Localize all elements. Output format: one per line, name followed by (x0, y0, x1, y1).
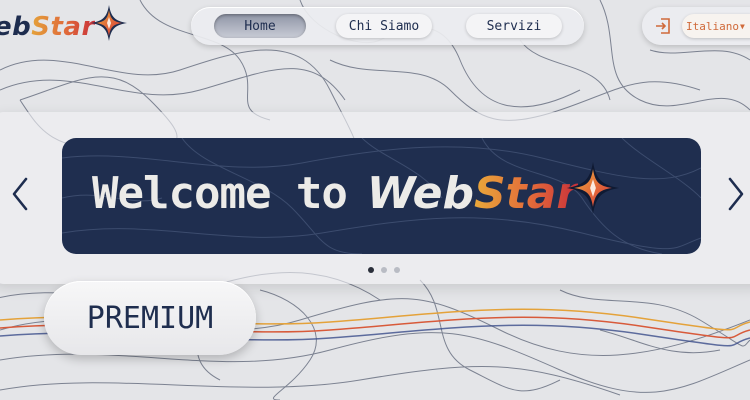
slide-brand-prefix: Web (366, 168, 474, 219)
carousel-dot-2[interactable] (381, 267, 387, 273)
star-logo-icon (90, 5, 127, 41)
slide-brand-suffix: Star (473, 168, 579, 219)
carousel-indicators (368, 267, 400, 273)
carousel-dot-1[interactable] (368, 267, 374, 273)
slide-heading: Welcome to WebStar (92, 161, 622, 219)
premium-button[interactable]: PREMIUM (44, 281, 256, 355)
login-icon[interactable] (654, 17, 672, 35)
carousel-prev-button[interactable] (8, 175, 32, 213)
brand-logo-text: ebStar (0, 12, 95, 42)
nav-servizi-button[interactable]: Servizi (466, 14, 562, 38)
nav-home-button[interactable]: Home (214, 14, 306, 38)
chevron-down-icon: ▼ (739, 21, 745, 31)
logo-suffix: Star (31, 12, 95, 42)
main-navigation: Home Chi Siamo Servizi (191, 7, 584, 45)
carousel-slide[interactable]: Welcome to WebStar (62, 138, 701, 254)
nav-chi-siamo-button[interactable]: Chi Siamo (336, 14, 432, 38)
chevron-left-icon (12, 177, 28, 211)
header-controls: Italiano ▼ (642, 7, 750, 45)
slide-heading-text: Welcome to (92, 168, 348, 219)
brand-logo[interactable]: ebStar (0, 4, 129, 50)
language-label: Italiano (686, 19, 739, 33)
carousel-next-button[interactable] (724, 175, 748, 213)
logo-prefix: eb (0, 12, 32, 42)
carousel-dot-3[interactable] (394, 267, 400, 273)
chevron-right-icon (728, 177, 744, 211)
star-logo-icon (566, 161, 620, 214)
slide-brand: WebStar (367, 168, 578, 219)
language-selector[interactable]: Italiano ▼ (682, 14, 750, 38)
